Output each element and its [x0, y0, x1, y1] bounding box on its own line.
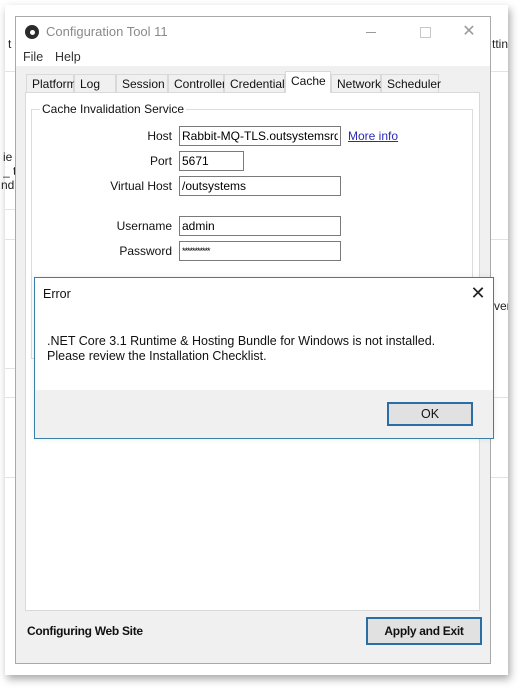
bg-divider — [5, 71, 15, 72]
bg-divider — [5, 368, 15, 369]
bg-fragment-right-1: ttin — [492, 37, 508, 51]
apply-and-exit-button[interactable]: Apply and Exit — [366, 617, 482, 645]
bg-fragment-left-3: _ t — [3, 164, 15, 178]
more-info-link[interactable]: More info — [348, 129, 398, 143]
title-bar[interactable]: Configuration Tool 11 ✕ — [16, 17, 490, 47]
tab-network[interactable]: Network — [331, 74, 381, 92]
host-input[interactable] — [179, 126, 341, 146]
group-title: Cache Invalidation Service — [40, 102, 187, 116]
tab-scheduler[interactable]: Scheduler — [381, 74, 441, 92]
app-logo-icon — [25, 25, 39, 39]
window-close-button[interactable]: ✕ — [446, 17, 492, 47]
bg-divider — [5, 477, 15, 478]
port-label: Port — [149, 154, 172, 168]
tab-session[interactable]: Session — [116, 74, 168, 92]
host-label: Host — [147, 129, 172, 143]
tab-platform[interactable]: Platform — [26, 74, 77, 92]
window-title: Configuration Tool 11 — [46, 24, 168, 39]
bg-divider — [491, 239, 508, 240]
username-label: Username — [116, 219, 172, 233]
tab-credentials[interactable]: Credentials — [224, 74, 291, 92]
error-dialog-title: Error — [43, 287, 71, 301]
bg-divider — [491, 71, 508, 72]
bg-divider — [491, 477, 508, 478]
dialog-close-button[interactable]: ✕ — [465, 281, 491, 305]
bg-fragment-left-2: ie — [3, 150, 13, 164]
error-dialog: Error ✕ .NET Core 3.1 Runtime & Hosting … — [34, 277, 494, 439]
password-label: Password — [119, 244, 172, 258]
close-icon: ✕ — [462, 23, 476, 40]
virtual-host-label: Virtual Host — [110, 179, 172, 193]
tab-log[interactable]: Log — [74, 74, 116, 92]
virtual-host-input[interactable] — [179, 176, 341, 196]
bg-fragment-left-4: nd — [1, 178, 15, 192]
bg-fragment-right-2: ver — [494, 299, 508, 313]
username-input[interactable] — [179, 216, 341, 236]
port-input[interactable] — [179, 151, 244, 171]
tab-controller[interactable]: Controller — [168, 74, 226, 92]
ok-button[interactable]: OK — [387, 402, 473, 426]
menu-file[interactable]: File — [23, 50, 43, 64]
menu-bar: File Help — [16, 47, 490, 66]
close-icon: ✕ — [470, 283, 486, 303]
bg-divider — [5, 239, 15, 240]
status-text: Configuring Web Site — [27, 624, 143, 638]
minimize-button[interactable] — [348, 17, 394, 47]
tab-cache[interactable]: Cache — [285, 71, 331, 93]
menu-help[interactable]: Help — [55, 50, 81, 64]
bg-fragment-left-1: t — [8, 37, 12, 51]
bg-divider — [5, 397, 15, 398]
error-message: .NET Core 3.1 Runtime & Hosting Bundle f… — [47, 334, 436, 363]
maximize-button[interactable] — [402, 17, 448, 47]
password-input[interactable] — [179, 241, 341, 261]
dialog-button-bar: OK — [35, 390, 493, 438]
bg-divider — [5, 209, 15, 210]
